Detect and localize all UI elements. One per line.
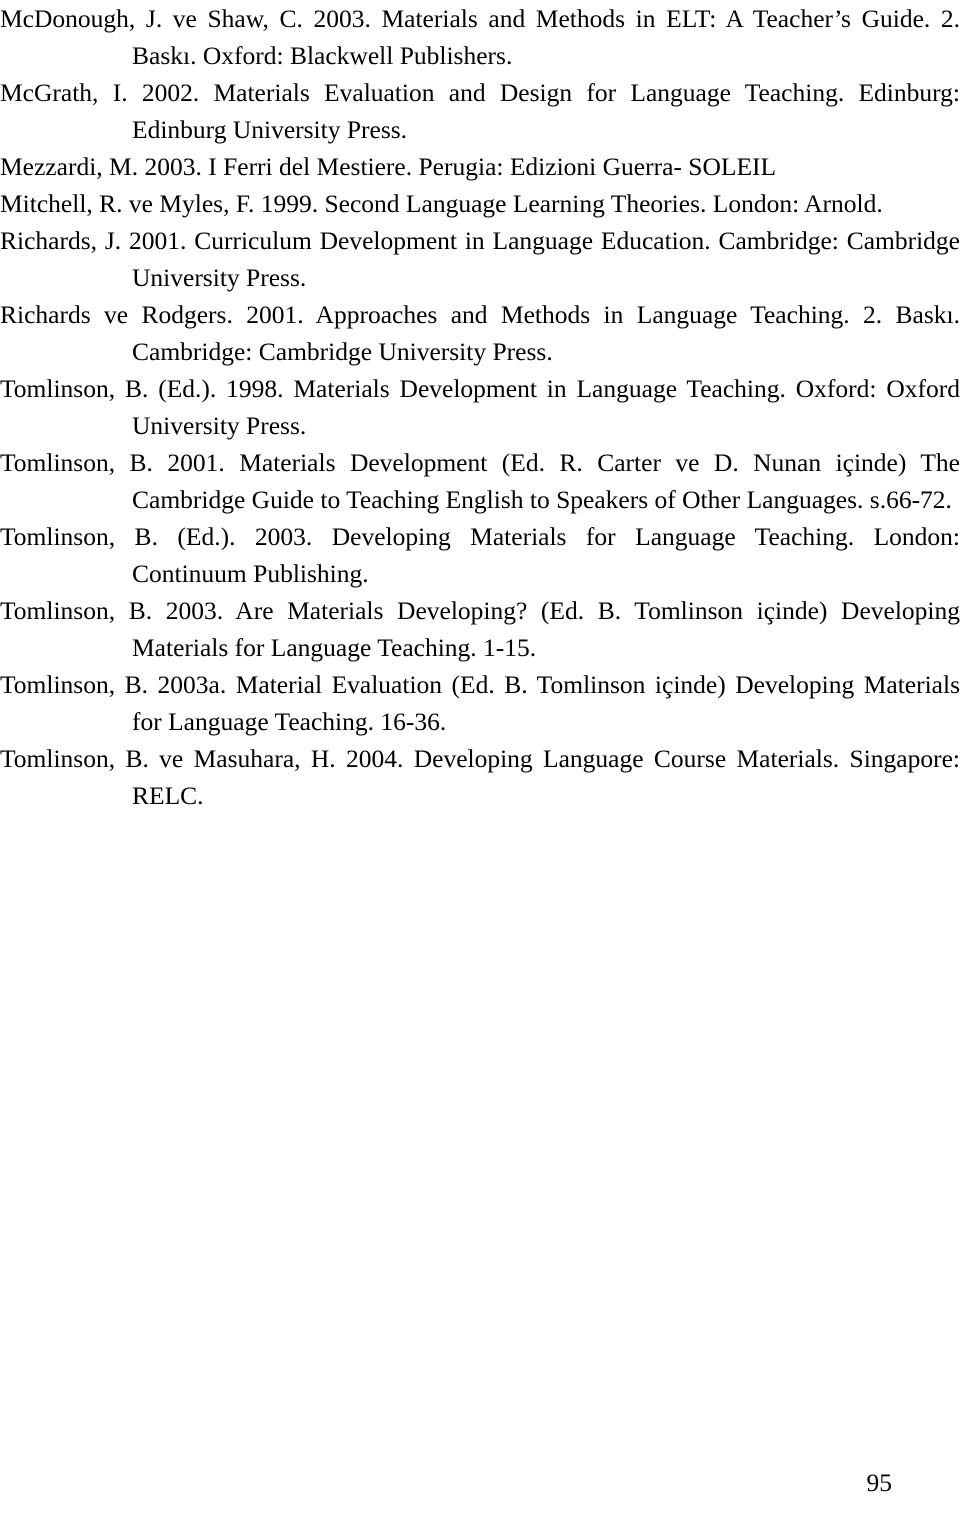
reference-entry: Tomlinson, B. (Ed.). 1998. Materials Dev… — [0, 374, 960, 440]
reference-entry: Tomlinson, B. 2001. Materials Developmen… — [0, 448, 960, 514]
reference-entry: Mitchell, R. ve Myles, F. 1999. Second L… — [0, 189, 883, 218]
reference-entry: McGrath, I. 2002. Materials Evaluation a… — [0, 78, 960, 144]
reference-entry: Richards ve Rodgers. 2001. Approaches an… — [0, 300, 960, 366]
reference-entry: Tomlinson, B. 2003. Are Materials Develo… — [0, 596, 960, 662]
reference-entry: Mezzardi, M. 2003. I Ferri del Mestiere.… — [0, 152, 777, 181]
page-number: 95 — [866, 1468, 893, 1497]
reference-entry: Richards, J. 2001. Curriculum Developmen… — [0, 226, 960, 292]
reference-list: McDonough, J. ve Shaw, C. 2003. Material… — [0, 0, 960, 814]
reference-entry: McDonough, J. ve Shaw, C. 2003. Material… — [0, 4, 960, 70]
reference-entry: Tomlinson, B. ve Masuhara, H. 2004. Deve… — [0, 744, 960, 810]
reference-entry: Tomlinson, B. 2003a. Material Evaluation… — [0, 670, 960, 736]
reference-entry: Tomlinson, B. (Ed.). 2003. Developing Ma… — [0, 522, 960, 588]
document-page: McDonough, J. ve Shaw, C. 2003. Material… — [0, 0, 960, 1532]
